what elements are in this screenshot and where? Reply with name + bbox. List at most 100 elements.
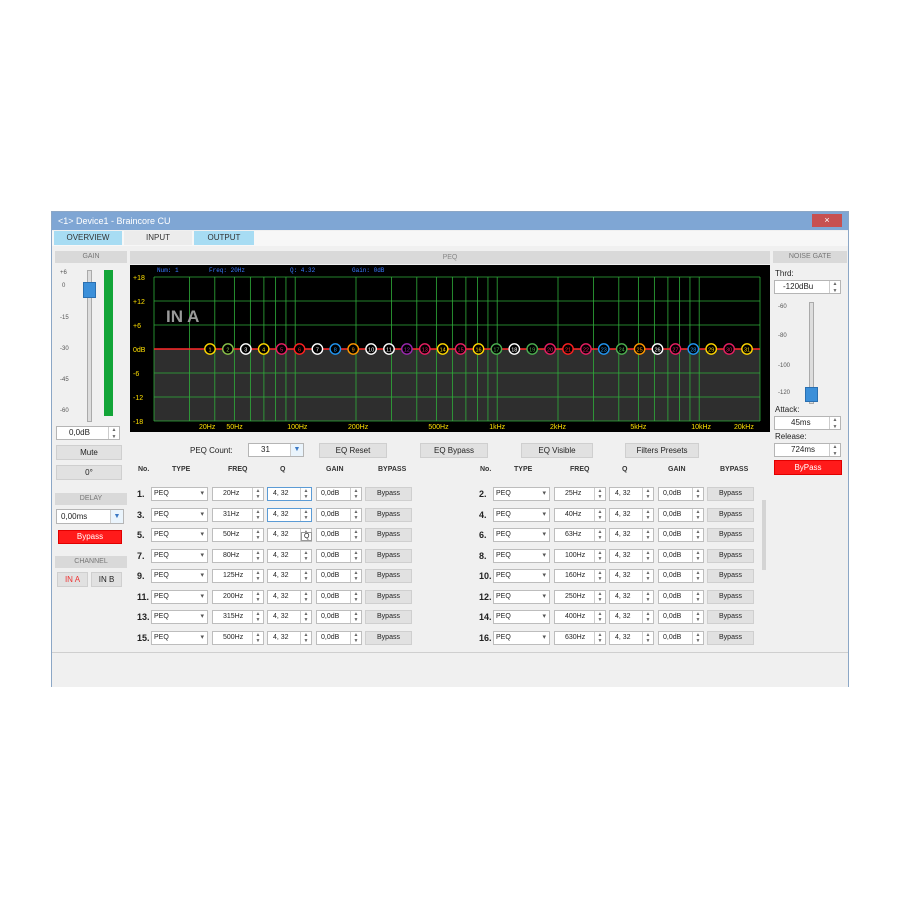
band-freq-field[interactable]: 50Hz ▲ ▼ <box>212 528 264 542</box>
spinner-icon[interactable]: ▲▼ <box>692 570 703 582</box>
band-freq-field[interactable]: 63Hz ▲ ▼ <box>554 528 606 542</box>
band-gain-field[interactable]: 0,0dB ▲ ▼ <box>658 507 704 522</box>
filters-presets-button[interactable]: Filters Presets <box>625 443 699 458</box>
band-q-field[interactable]: 4, 32 ▲▼ <box>609 487 654 501</box>
release-field[interactable]: 724ms ▲ ▼ <box>774 443 841 457</box>
spinner-icon[interactable]: ▲▼ <box>350 508 361 521</box>
band-type-select[interactable]: PEQ ▾ <box>493 528 550 542</box>
spinner-icon[interactable]: ▲▼ <box>350 549 361 562</box>
band-freq-field[interactable]: 250Hz ▲ ▼ <box>554 589 606 604</box>
band-type-select[interactable]: PEQ ▾ <box>493 610 550 624</box>
spinner-icon[interactable]: ▲▼ <box>252 488 263 500</box>
spinner-icon[interactable]: ▲▼ <box>252 508 263 521</box>
band-bypass-button[interactable]: Bypass <box>707 507 754 522</box>
band-type-select[interactable]: PEQ ▾ <box>151 589 208 604</box>
band-bypass-button[interactable]: Bypass <box>365 630 412 645</box>
eq-bypass-button[interactable]: EQ Bypass <box>420 443 488 458</box>
band-bypass-button[interactable]: Bypass <box>707 630 754 645</box>
spinner-icon[interactable]: ▲▼ <box>594 590 605 603</box>
spinner-icon[interactable]: ▲▼ <box>692 508 703 521</box>
chevron-down-icon[interactable]: ▾ <box>542 611 546 623</box>
spinner-icon[interactable]: ▲▼ <box>350 488 361 500</box>
band-gain-field[interactable]: 0,0dB ▲ ▼ <box>658 528 704 542</box>
band-freq-field[interactable]: 25Hz ▲ ▼ <box>554 487 606 501</box>
peq-count-select[interactable]: 31 ▼ <box>248 443 304 457</box>
band-gain-field[interactable]: 0,0dB ▲ ▼ <box>316 630 362 645</box>
chevron-down-icon[interactable]: ▾ <box>542 632 546 644</box>
spinner-icon[interactable]: ▲▼ <box>252 631 263 644</box>
band-freq-field[interactable]: 400Hz ▲ ▼ <box>554 610 606 624</box>
band-type-select[interactable]: PEQ ▾ <box>493 487 550 501</box>
band-gain-field[interactable]: 0,0dB ▲ ▼ <box>658 630 704 645</box>
band-freq-field[interactable]: 160Hz ▲ ▼ <box>554 569 606 583</box>
band-gain-field[interactable]: 0,0dB ▲ ▼ <box>316 528 362 542</box>
spinner-icon[interactable]: ▲▼ <box>692 549 703 562</box>
channel-in-b-button[interactable]: IN B <box>91 572 122 587</box>
delay-dropdown-icon[interactable]: ▼ <box>110 510 123 523</box>
spinner-icon[interactable]: ▲▼ <box>692 529 703 541</box>
band-q-field[interactable]: 4, 32 ▲▼ <box>267 630 312 645</box>
band-gain-field[interactable]: 0,0dB ▲ ▼ <box>658 610 704 624</box>
eq-reset-button[interactable]: EQ Reset <box>319 443 387 458</box>
band-bypass-button[interactable]: Bypass <box>707 548 754 563</box>
band-gain-field[interactable]: 0,0dB ▲ ▼ <box>316 569 362 583</box>
spinner-icon[interactable]: ▲▼ <box>252 549 263 562</box>
thrd-field[interactable]: -120dBu ▲ ▼ <box>774 280 841 294</box>
band-bypass-button[interactable]: Bypass <box>707 528 754 542</box>
band-gain-field[interactable]: 0,0dB ▲ ▼ <box>316 548 362 563</box>
band-bypass-button[interactable]: Bypass <box>707 487 754 501</box>
spinner-icon[interactable]: ▲▼ <box>300 508 311 521</box>
gain-fader-handle[interactable] <box>83 282 96 298</box>
band-freq-field[interactable]: 31Hz ▲ ▼ <box>212 507 264 522</box>
band-freq-field[interactable]: 630Hz ▲ ▼ <box>554 630 606 645</box>
attack-field[interactable]: 45ms ▲ ▼ <box>774 416 841 430</box>
delay-field[interactable]: 0,00ms ▼ <box>56 509 124 524</box>
band-freq-field[interactable]: 200Hz ▲ ▼ <box>212 589 264 604</box>
band-type-select[interactable]: PEQ ▾ <box>151 569 208 583</box>
band-type-select[interactable]: PEQ ▾ <box>151 630 208 645</box>
band-freq-field[interactable]: 125Hz ▲ ▼ <box>212 569 264 583</box>
band-bypass-button[interactable]: Bypass <box>365 548 412 563</box>
band-bypass-button[interactable]: Bypass <box>365 569 412 583</box>
spinner-icon[interactable]: ▲▼ <box>642 590 653 603</box>
table-scrollbar[interactable] <box>762 500 766 570</box>
eq-visible-button[interactable]: EQ Visible <box>521 443 593 458</box>
band-q-field[interactable]: 4, 32 ▲▼ <box>609 569 654 583</box>
band-q-field[interactable]: 4, 32 ▲▼ <box>267 569 312 583</box>
chevron-down-icon[interactable]: ▾ <box>200 591 204 603</box>
tab-output[interactable]: OUTPUT <box>194 231 254 245</box>
band-freq-field[interactable]: 315Hz ▲ ▼ <box>212 610 264 624</box>
band-freq-field[interactable]: 80Hz ▲ ▼ <box>212 548 264 563</box>
spinner-icon[interactable]: ▲▼ <box>594 529 605 541</box>
spinner-icon[interactable]: ▲▼ <box>252 611 263 623</box>
release-spinner[interactable]: ▲ ▼ <box>829 444 840 457</box>
band-gain-field[interactable]: 0,0dB ▲ ▼ <box>316 589 362 604</box>
band-bypass-button[interactable]: Bypass <box>365 528 412 542</box>
delay-bypass-button[interactable]: Bypass <box>58 530 122 544</box>
tab-input[interactable]: INPUT <box>124 231 192 245</box>
spinner-icon[interactable]: ▲▼ <box>300 570 311 582</box>
chevron-down-icon[interactable]: ▾ <box>200 611 204 623</box>
band-q-field[interactable]: 4, 32 ▲▼ <box>267 548 312 563</box>
chevron-down-icon[interactable]: ▾ <box>200 529 204 541</box>
spinner-icon[interactable]: ▲▼ <box>252 570 263 582</box>
spinner-icon[interactable]: ▲▼ <box>642 529 653 541</box>
band-bypass-button[interactable]: Bypass <box>707 569 754 583</box>
mute-button[interactable]: Mute <box>56 445 122 460</box>
spinner-icon[interactable]: ▲▼ <box>300 549 311 562</box>
thrd-spinner[interactable]: ▲ ▼ <box>829 281 840 294</box>
chevron-down-icon[interactable]: ▾ <box>542 529 546 541</box>
band-q-field[interactable]: 4, 32 ▲▼ <box>609 630 654 645</box>
band-freq-field[interactable]: 40Hz ▲ ▼ <box>554 507 606 522</box>
spinner-icon[interactable]: ▲▼ <box>642 631 653 644</box>
spinner-icon[interactable]: ▲▼ <box>594 549 605 562</box>
band-type-select[interactable]: PEQ ▾ <box>151 507 208 522</box>
spinner-icon[interactable]: ▲▼ <box>300 590 311 603</box>
band-bypass-button[interactable]: Bypass <box>707 589 754 604</box>
band-type-select[interactable]: PEQ ▾ <box>493 507 550 522</box>
threshold-fader-handle[interactable] <box>805 387 818 402</box>
chevron-down-icon[interactable]: ▾ <box>542 550 546 562</box>
band-type-select[interactable]: PEQ ▾ <box>151 610 208 624</box>
band-type-select[interactable]: PEQ ▾ <box>493 569 550 583</box>
band-freq-field[interactable]: 500Hz ▲ ▼ <box>212 630 264 645</box>
